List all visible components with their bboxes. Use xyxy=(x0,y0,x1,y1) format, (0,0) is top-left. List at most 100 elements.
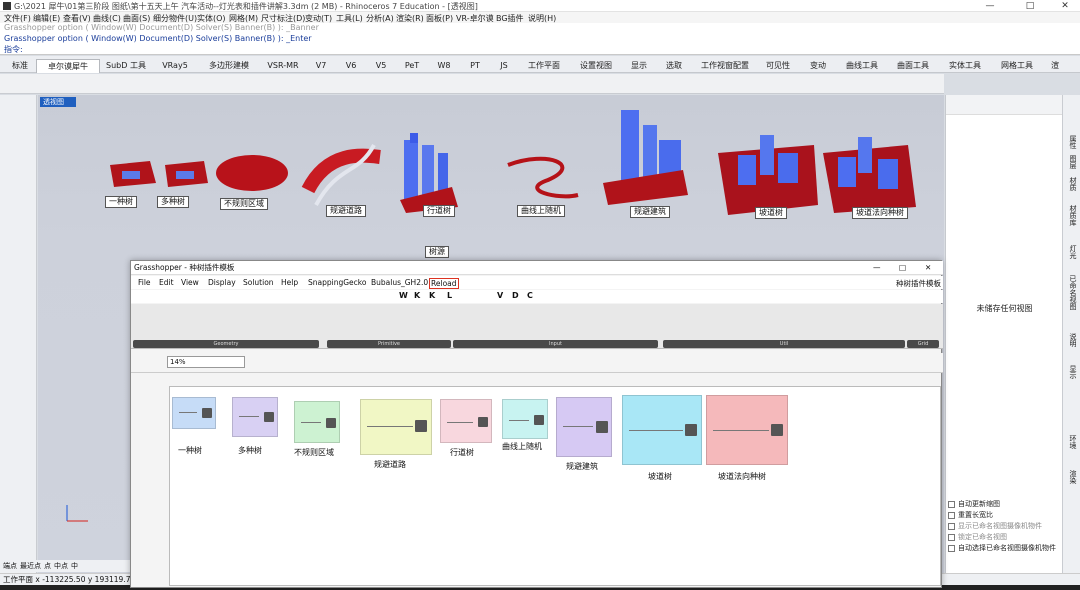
gh-group-slope-normal[interactable] xyxy=(706,395,788,465)
tab-subd[interactable]: SubD 工具 xyxy=(100,59,152,73)
gh-group-curve-random[interactable] xyxy=(502,399,548,439)
side-tab-lights[interactable]: 灯光 xyxy=(1066,245,1078,259)
tab-visibility[interactable]: 可见性 xyxy=(758,59,798,73)
gh-menu-help[interactable]: Help xyxy=(281,278,298,287)
checkbox[interactable] xyxy=(948,544,955,552)
label-slope-tree: 坡道树 xyxy=(755,207,787,219)
option-reset-aspect[interactable]: 重置长宽比 xyxy=(948,510,993,520)
tab-vsr-mr[interactable]: VSR-MR xyxy=(260,59,306,73)
gh-group-multi-tree[interactable] xyxy=(232,397,278,437)
panel-side-tabs: 属性 图层 材质 材质库 灯光 已命名视图 说明 显示 环境 渲染 xyxy=(1062,95,1080,575)
option-auto-update-thumbnails[interactable]: 自动更新缩图 xyxy=(948,499,1000,509)
gh-comp-w[interactable]: W xyxy=(399,291,408,300)
checkbox[interactable] xyxy=(948,533,955,541)
side-tab-named-views[interactable]: 已命名视图 xyxy=(1066,275,1078,310)
ribbon-group-util[interactable]: Util xyxy=(663,340,905,348)
tree-array-avoid-road xyxy=(301,144,381,206)
tab-zrm-rhino[interactable]: 卓尔谟犀牛 xyxy=(36,59,100,73)
tab-surface-tools[interactable]: 曲面工具 xyxy=(886,59,940,73)
gh-menu-solution[interactable]: Solution xyxy=(243,278,274,287)
osnap-point[interactable]: 点 xyxy=(44,561,51,571)
gh-minimize-button[interactable]: — xyxy=(873,261,881,275)
gh-comp-k1[interactable]: K xyxy=(414,291,420,300)
osnap-end[interactable]: 端点 xyxy=(3,561,17,571)
checkbox[interactable] xyxy=(948,522,955,530)
ribbon-group-geometry[interactable]: Geometry xyxy=(133,340,319,348)
command-history-line: Grasshopper option ( Window(W) Document(… xyxy=(0,33,1080,44)
osnap-near[interactable]: 最近点 xyxy=(20,561,41,571)
gh-comp-l[interactable]: L xyxy=(447,291,452,300)
gh-comp-c[interactable]: C xyxy=(527,291,533,300)
tab-mesh-tools[interactable]: 网格工具 xyxy=(990,59,1044,73)
tab-transform[interactable]: 变动 xyxy=(798,59,838,73)
axis-gizmo xyxy=(66,505,88,522)
gh-menu-reload[interactable]: Reload xyxy=(429,278,459,289)
side-tab-properties[interactable]: 属性 xyxy=(1066,135,1078,149)
side-tab-material-library[interactable]: 材质库 xyxy=(1066,205,1078,226)
tab-v7[interactable]: V7 xyxy=(306,59,336,73)
ribbon-group-grid[interactable]: Grid xyxy=(907,340,939,348)
checkbox[interactable] xyxy=(948,500,955,508)
gh-group-slope-tree[interactable] xyxy=(622,395,702,465)
tab-poly-modeling[interactable]: 多边形建模 xyxy=(198,59,260,73)
command-prompt[interactable]: 指令: xyxy=(0,44,1080,55)
tab-pet[interactable]: PeT xyxy=(396,59,428,73)
gh-group-street-tree[interactable] xyxy=(440,399,492,443)
tab-display[interactable]: 显示 xyxy=(622,59,656,73)
gh-menu-bubalus[interactable]: Bubalus_GH2.0 xyxy=(371,278,428,287)
tab-js[interactable]: JS xyxy=(490,59,518,73)
tab-pt[interactable]: PT xyxy=(460,59,490,73)
side-tab-help[interactable]: 说明 xyxy=(1066,333,1078,347)
gh-comp-v[interactable]: V xyxy=(497,291,503,300)
side-tab-display[interactable]: 显示 xyxy=(1066,365,1078,379)
viewport-tab-perspective[interactable]: 透视图 xyxy=(40,97,76,107)
gh-close-button[interactable]: ✕ xyxy=(925,261,931,275)
main-icon-toolbar xyxy=(0,74,944,94)
option-show-camera-objects[interactable]: 显示已命名视图摄像机物件 xyxy=(948,521,1042,531)
gh-group-one-tree[interactable] xyxy=(172,397,216,429)
gh-group-irregular[interactable] xyxy=(294,401,340,443)
side-tab-environment[interactable]: 环境 xyxy=(1066,435,1078,449)
side-tab-render[interactable]: 渲染 xyxy=(1066,470,1078,484)
gh-group-avoid-building[interactable] xyxy=(556,397,612,457)
tab-standard[interactable]: 标准 xyxy=(4,59,36,73)
option-auto-select-camera[interactable]: 自动选择已命名视图摄像机物件 xyxy=(948,543,1056,553)
tab-set-view[interactable]: 设置视图 xyxy=(570,59,622,73)
close-button[interactable]: ✕ xyxy=(1050,0,1080,12)
option-lock-named-views[interactable]: 锁定已命名视图 xyxy=(948,532,1007,542)
gh-menu-snappinggecko[interactable]: SnappingGecko xyxy=(308,278,366,287)
gh-maximize-button[interactable]: □ xyxy=(899,261,906,275)
tree-array-curve-random xyxy=(507,156,579,199)
rhino-logo-icon xyxy=(3,2,11,10)
gh-menu-display[interactable]: Display xyxy=(208,278,236,287)
gh-zoom-select[interactable]: 14% xyxy=(167,356,245,368)
osnap-center[interactable]: 中 xyxy=(71,561,78,571)
osnap-mid[interactable]: 中点 xyxy=(54,561,68,571)
tab-render[interactable]: 渲 xyxy=(1044,59,1066,73)
checkbox[interactable] xyxy=(948,511,955,519)
maximize-button[interactable]: □ xyxy=(1015,0,1045,12)
gh-canvas[interactable]: 一种树 多种树 不规则区域 规避道路 行道树 曲线上随机 规避建筑 坡道树 坡道… xyxy=(169,386,941,586)
minimize-button[interactable]: — xyxy=(975,0,1005,12)
tab-v5[interactable]: V5 xyxy=(366,59,396,73)
tab-cplane[interactable]: 工作平面 xyxy=(518,59,570,73)
gh-group-avoid-road[interactable] xyxy=(360,399,432,455)
gh-menu-file[interactable]: File xyxy=(138,278,151,287)
side-tab-layers[interactable]: 图层 xyxy=(1066,155,1078,169)
gh-menu-view[interactable]: View xyxy=(181,278,199,287)
gh-comp-k2[interactable]: K xyxy=(429,291,435,300)
tab-w8[interactable]: W8 xyxy=(428,59,460,73)
gh-doc-name: 种树插件模板 xyxy=(896,279,941,288)
tab-select[interactable]: 选取 xyxy=(656,59,692,73)
tab-vray5[interactable]: VRay5 xyxy=(152,59,198,73)
ribbon-group-input[interactable]: Input xyxy=(453,340,658,348)
gh-comp-d[interactable]: D xyxy=(512,291,519,300)
tab-viewport-layout[interactable]: 工作视窗配置 xyxy=(692,59,758,73)
gh-menu-edit[interactable]: Edit xyxy=(159,278,174,287)
side-tab-materials[interactable]: 材质 xyxy=(1066,177,1078,191)
tab-solid-tools[interactable]: 实体工具 xyxy=(940,59,990,73)
tab-v6[interactable]: V6 xyxy=(336,59,366,73)
ribbon-group-primitive[interactable]: Primitive xyxy=(327,340,451,348)
tab-curve-tools[interactable]: 曲线工具 xyxy=(838,59,886,73)
gh-label-slope-normal: 坡道法向种树 xyxy=(718,472,766,481)
